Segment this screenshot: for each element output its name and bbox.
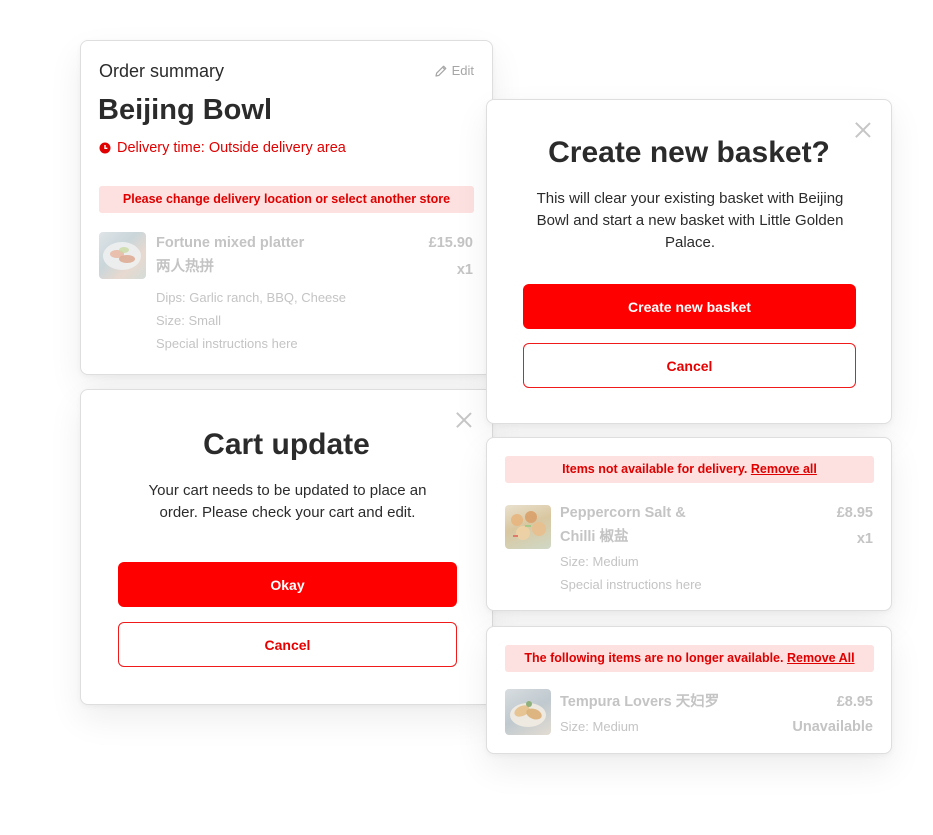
cancel-button[interactable]: Cancel [523,343,856,388]
item-size: Size: Small [156,313,222,328]
okay-button[interactable]: Okay [118,562,457,607]
pencil-icon [434,65,446,77]
item-price: £8.95 [836,694,873,710]
item-special-instructions: Special instructions here [156,336,298,351]
item-price: £8.95 [836,505,873,521]
item-name: Tempura Lovers 天妇罗 [560,694,720,710]
banner-text: The following items are no longer availa… [524,651,784,665]
clock-icon [99,142,111,154]
delivery-warning-banner: Please change delivery location or selec… [99,186,474,213]
item-name: Peppercorn Salt & Chilli 椒盐 [560,505,686,545]
no-longer-available-banner: The following items are no longer availa… [505,645,874,672]
item-image-peppercorn [505,505,551,549]
item-image-tempura [505,689,551,735]
item-status-unavailable: Unavailable [792,719,873,735]
item-size: Size: Medium [560,554,639,569]
order-summary-heading: Order summary [99,61,225,81]
delivery-label: Delivery time: [117,140,205,156]
order-summary-card: Order summary Edit Beijing Bowl Delivery… [80,40,493,375]
item-name: Fortune mixed platter [156,235,305,251]
item-special-instructions: Special instructions here [560,577,702,592]
item-quantity: x1 [856,531,873,547]
no-longer-available-card: The following items are no longer availa… [486,626,892,754]
close-icon[interactable] [455,411,473,429]
new-basket-title: Create new basket? [548,136,830,169]
unavailable-delivery-card: Items not available for delivery. Remove… [486,437,892,611]
create-new-basket-button[interactable]: Create new basket [523,284,856,329]
item-size: Size: Medium [560,719,639,734]
item-name-chinese: 两人热拼 [156,259,214,275]
edit-link[interactable]: Edit [434,63,474,78]
store-name: Beijing Bowl [98,94,272,126]
item-quantity: x1 [456,262,473,278]
unavailable-delivery-banner: Items not available for delivery. Remove… [505,456,874,483]
item-dips: Dips: Garlic ranch, BBQ, Cheese [156,290,347,305]
cart-update-message: Your cart needs to be updated to place a… [148,482,427,521]
edit-label: Edit [451,63,474,78]
cart-update-modal: Cart update Your cart needs to be update… [80,389,493,705]
new-basket-modal: Create new basket? This will clear your … [486,99,892,424]
delivery-value: Outside delivery area [208,140,346,156]
remove-all-link[interactable]: Remove All [787,651,855,665]
item-price: £15.90 [428,235,473,251]
banner-text: Items not available for delivery. [562,462,748,476]
item-image-fortune-platter [99,232,146,279]
cart-update-title: Cart update [203,428,370,461]
cancel-button[interactable]: Cancel [118,622,457,667]
new-basket-message: This will clear your existing basket wit… [536,190,844,251]
delivery-time-row: Delivery time: Outside delivery area [99,140,346,156]
remove-all-link[interactable]: Remove all [751,462,817,476]
